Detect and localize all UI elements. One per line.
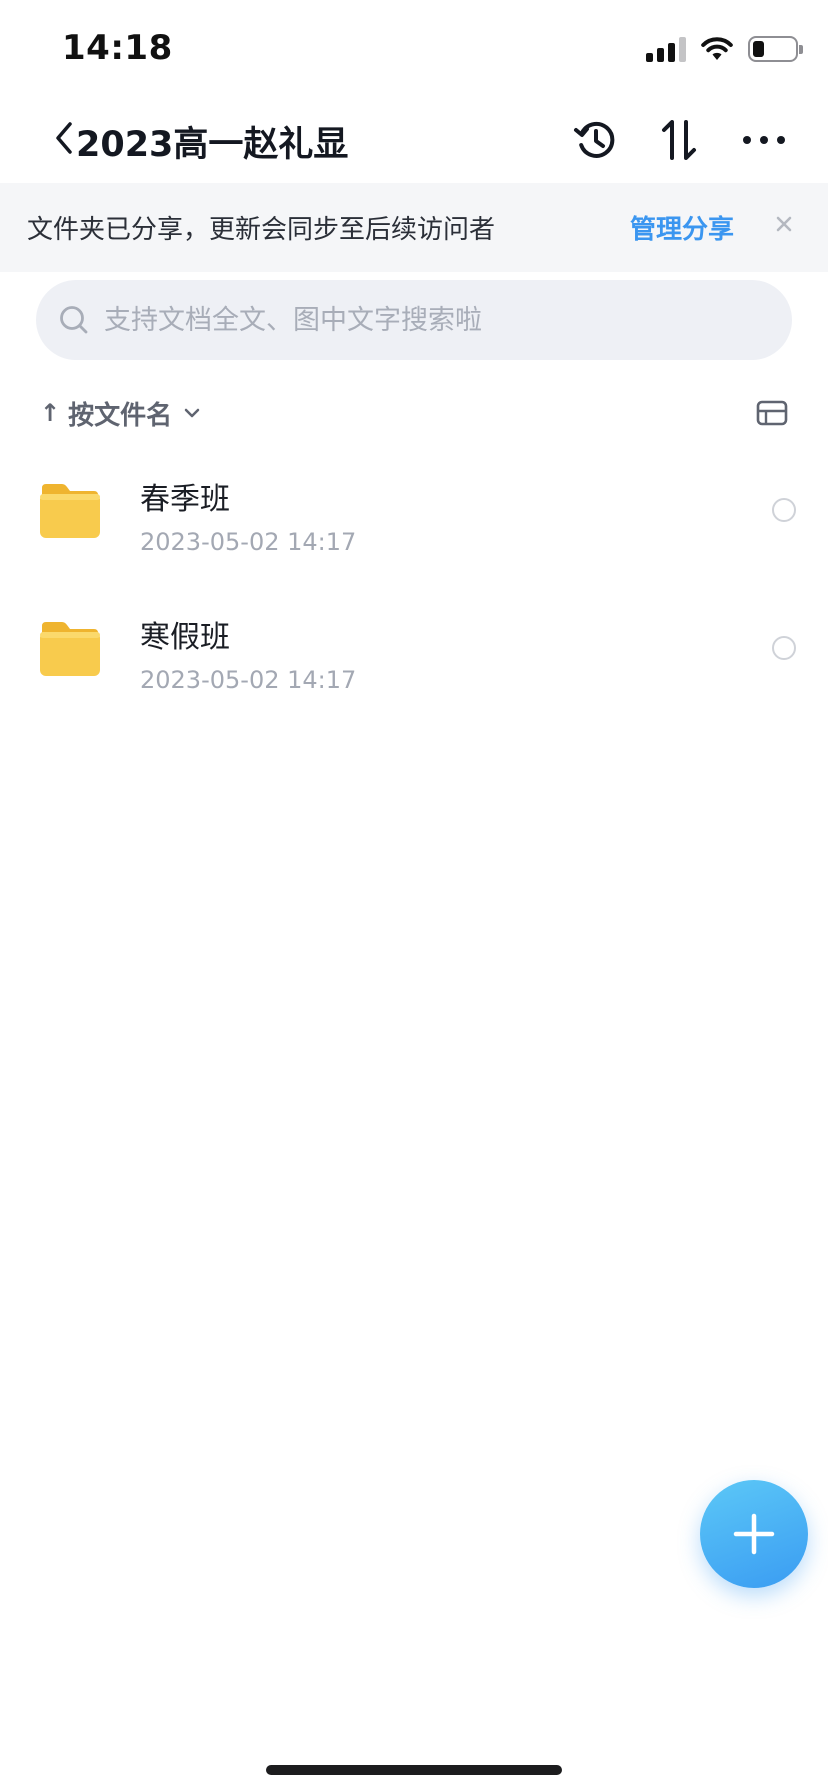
home-indicator[interactable]: [266, 1765, 562, 1775]
close-icon: [776, 216, 792, 232]
history-button[interactable]: [570, 114, 622, 166]
search-icon: [60, 306, 88, 334]
page-title: 2023高一赵礼显: [76, 125, 349, 165]
cellular-signal-icon: [646, 36, 686, 62]
sort-button[interactable]: [654, 114, 706, 166]
chevron-down-icon: [184, 408, 200, 418]
file-name: 寒假班: [140, 620, 230, 655]
wifi-icon: [701, 37, 733, 60]
view-toggle-button[interactable]: [756, 398, 788, 428]
sort-icon: [662, 120, 696, 160]
folder-icon: [40, 622, 100, 676]
back-button[interactable]: [50, 118, 78, 158]
list-item[interactable]: 春季班 2023-05-02 14:17: [0, 452, 828, 590]
select-radio[interactable]: [772, 498, 796, 522]
search-bar[interactable]: [36, 280, 792, 360]
plus-icon: [733, 1513, 775, 1555]
battery-icon: [748, 36, 803, 62]
list-item[interactable]: 寒假班 2023-05-02 14:17: [0, 590, 828, 728]
file-date: 2023-05-02 14:17: [140, 666, 357, 694]
file-name: 春季班: [140, 482, 230, 517]
screen: 14:18 2023高一赵礼显 文件夹已分享，更新会同步至后续访问者 管理分享 …: [0, 0, 828, 1792]
nav-bar: 2023高一赵礼显: [0, 100, 828, 182]
add-button[interactable]: [700, 1480, 808, 1588]
search-input[interactable]: [104, 304, 744, 336]
folder-icon: [40, 484, 100, 538]
history-icon: [574, 121, 615, 158]
more-icon: [743, 136, 785, 144]
back-chevron-icon: [56, 122, 72, 154]
sort-direction-arrow: ↑: [40, 399, 61, 427]
status-bar: 14:18: [0, 0, 828, 100]
status-icons: [646, 34, 803, 64]
file-date: 2023-05-02 14:17: [140, 528, 357, 556]
sort-selector[interactable]: ↑ 按文件名: [40, 393, 200, 433]
banner-close-button[interactable]: [772, 207, 796, 241]
status-time: 14:18: [62, 28, 173, 68]
list-view-icon: [756, 400, 788, 426]
share-banner: 文件夹已分享，更新会同步至后续访问者 管理分享: [0, 183, 828, 272]
select-radio[interactable]: [772, 636, 796, 660]
sort-label: 按文件名: [68, 400, 173, 431]
more-button[interactable]: [738, 114, 790, 166]
manage-share-link[interactable]: 管理分享: [630, 209, 734, 246]
share-message: 文件夹已分享，更新会同步至后续访问者: [27, 215, 496, 245]
